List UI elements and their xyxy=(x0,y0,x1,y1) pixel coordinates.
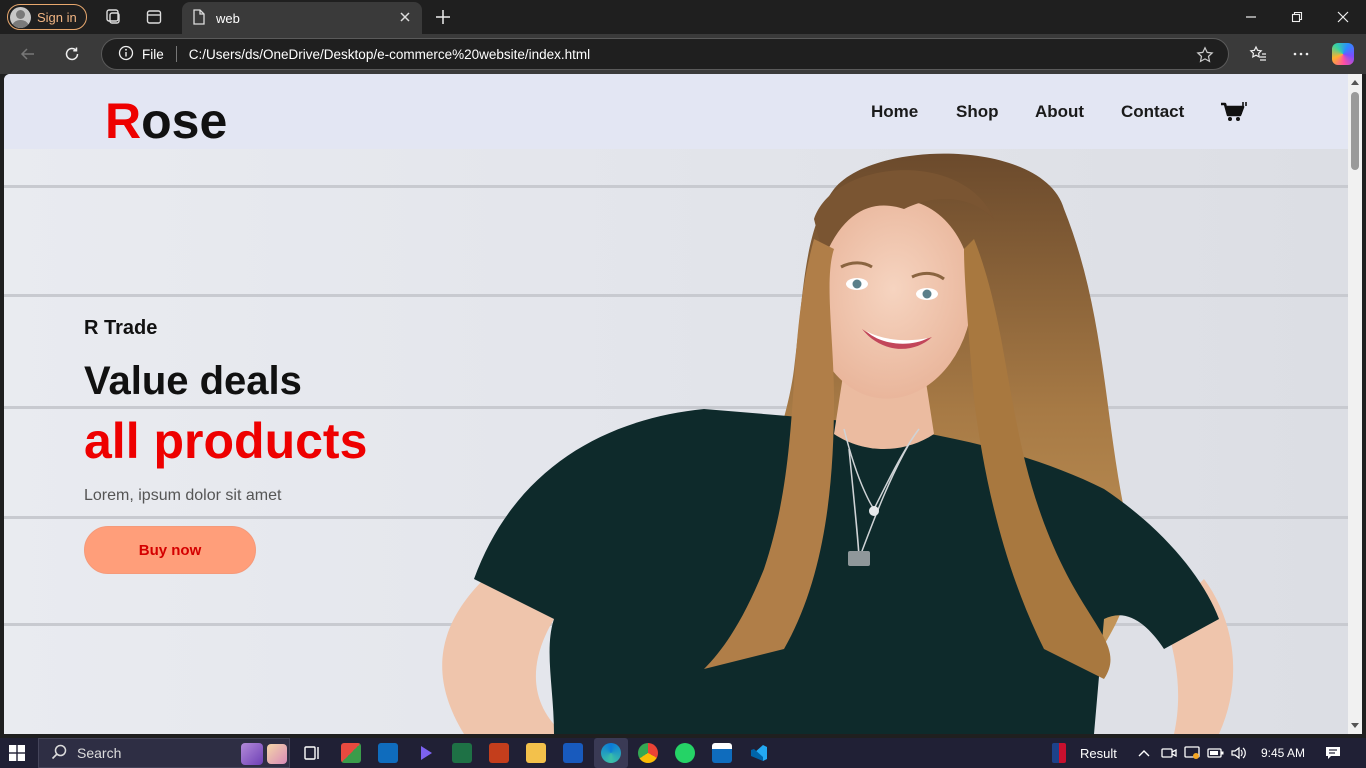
browser-toolbar: File C:/Users/ds/OneDrive/Desktop/e-comm… xyxy=(0,34,1366,74)
address-scheme-label: File xyxy=(142,46,164,62)
scrollbar-thumb[interactable] xyxy=(1351,92,1359,170)
site-header: Rose Home Shop About Contact xyxy=(4,74,1348,149)
search-icon xyxy=(51,744,67,763)
profile-avatar-icon xyxy=(10,6,31,28)
notifications-icon[interactable] xyxy=(1325,745,1341,766)
browser-tabstrip: Sign in web xyxy=(0,0,1366,34)
address-separator xyxy=(175,46,177,62)
search-highlight-icon xyxy=(241,743,263,765)
outlook-icon[interactable] xyxy=(378,743,398,763)
refresh-icon[interactable] xyxy=(62,44,82,64)
vscode-icon[interactable] xyxy=(749,743,769,763)
screen-share-icon[interactable] xyxy=(1184,746,1200,765)
signin-label: Sign in xyxy=(37,9,77,25)
restore-icon[interactable] xyxy=(1287,7,1307,27)
taskbar-search[interactable]: Search xyxy=(38,738,290,768)
microsoft-store-icon[interactable] xyxy=(712,743,732,763)
search-highlight-icon xyxy=(267,744,287,764)
logo-rest: ose xyxy=(141,93,228,149)
taskbar-search-label: Search xyxy=(77,745,122,761)
nav-shop[interactable]: Shop xyxy=(956,102,999,122)
camera-icon[interactable] xyxy=(1161,746,1177,765)
tab-title: web xyxy=(216,10,240,26)
nav-contact[interactable]: Contact xyxy=(1121,102,1184,122)
favorite-star-icon[interactable] xyxy=(1196,46,1214,67)
result-label[interactable]: Result xyxy=(1080,746,1117,761)
file-explorer-icon[interactable] xyxy=(526,743,546,763)
clipchamp-icon[interactable] xyxy=(415,743,435,763)
close-tab-icon[interactable] xyxy=(398,10,412,27)
logo-first-letter: R xyxy=(105,93,142,149)
nav-home[interactable]: Home xyxy=(871,102,918,122)
chevron-up-icon[interactable] xyxy=(1137,746,1151,765)
tab-actions-icon[interactable] xyxy=(144,7,164,27)
buy-now-button[interactable]: Buy now xyxy=(84,526,256,574)
nav-about[interactable]: About xyxy=(1035,102,1084,122)
hero-subtext: Lorem, ipsum dolor sit amet xyxy=(84,487,282,504)
windows-taskbar: Search Result 9:45 AM xyxy=(0,738,1366,768)
tab-web[interactable]: web xyxy=(182,2,422,34)
nba-icon[interactable] xyxy=(1052,743,1066,763)
page-scrollbar[interactable] xyxy=(1348,74,1362,734)
address-bar[interactable]: File C:/Users/ds/OneDrive/Desktop/e-comm… xyxy=(101,38,1229,70)
workspaces-icon[interactable] xyxy=(103,7,123,27)
battery-icon xyxy=(1207,746,1225,765)
hero-highlight: all products xyxy=(84,413,368,469)
hero-eyebrow: R Trade xyxy=(84,317,158,339)
excel-icon[interactable] xyxy=(452,743,472,763)
task-view-icon[interactable] xyxy=(302,743,322,763)
site-logo[interactable]: Rose xyxy=(105,96,227,146)
edge-icon[interactable] xyxy=(601,743,621,763)
clock[interactable]: 9:45 AM xyxy=(1261,738,1305,768)
site-info-icon[interactable] xyxy=(118,45,134,64)
system-tray: Result xyxy=(1052,738,1117,768)
more-options-icon[interactable] xyxy=(1291,44,1311,64)
hero-section: R Trade Value deals all products Lorem, … xyxy=(4,149,1348,734)
word-icon[interactable] xyxy=(563,743,583,763)
copilot-icon[interactable] xyxy=(1332,43,1354,65)
whatsapp-icon[interactable] xyxy=(675,743,695,763)
app-store-grid-icon[interactable] xyxy=(341,743,361,763)
favorites-icon[interactable] xyxy=(1248,44,1268,64)
signin-button[interactable]: Sign in xyxy=(7,4,87,30)
close-window-icon[interactable] xyxy=(1333,7,1353,27)
powerpoint-icon[interactable] xyxy=(489,743,509,763)
hero-headline: Value deals xyxy=(84,359,302,403)
scroll-down-icon[interactable] xyxy=(1351,723,1359,728)
minimize-icon[interactable] xyxy=(1241,7,1261,27)
windows-start-icon[interactable] xyxy=(9,745,25,766)
page-icon xyxy=(192,8,206,28)
clock-time: 9:45 AM xyxy=(1261,746,1306,760)
address-url[interactable]: C:/Users/ds/OneDrive/Desktop/e-commerce%… xyxy=(189,47,590,62)
volume-icon[interactable] xyxy=(1231,746,1247,765)
scroll-up-icon[interactable] xyxy=(1351,80,1359,85)
page-viewport: Rose Home Shop About Contact R Trade Val… xyxy=(4,74,1348,734)
new-tab-icon[interactable] xyxy=(433,7,453,27)
cart-icon[interactable] xyxy=(1221,102,1247,127)
back-arrow-icon[interactable] xyxy=(18,44,38,64)
chrome-icon[interactable] xyxy=(638,743,658,763)
hero-model-image xyxy=(442,153,1234,734)
